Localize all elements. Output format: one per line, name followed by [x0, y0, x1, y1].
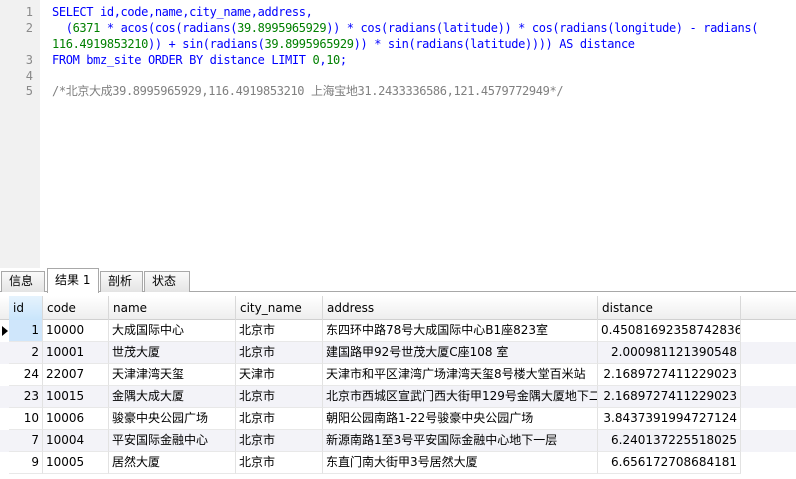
code-line: 5 /*北京大成39.8995965929,116.4919853210 上海宝地… [0, 83, 796, 99]
cell-code[interactable]: 10005 [43, 452, 109, 474]
table-row[interactable]: 1 10000 大成国际中心 北京市 东四环中路78号大成国际中心B1座823室 0.45… [0, 320, 796, 342]
cell-distance[interactable]: 6.656172708684181 [598, 452, 741, 474]
cell-id[interactable]: 24 [9, 364, 43, 386]
cell-id[interactable]: 7 [9, 430, 43, 452]
code-text: FROM bmz_site ORDER BY distance LIMIT 0,… [52, 52, 347, 68]
column-header-code[interactable]: code [43, 296, 109, 320]
cell-city-name[interactable]: 北京市 [236, 320, 323, 342]
cell-city-name[interactable]: 天津市 [236, 364, 323, 386]
sql-number: 39.8995965929 [264, 37, 354, 51]
sql-number: 10 [326, 53, 340, 67]
cell-name[interactable]: 金隅大成大厦 [109, 386, 236, 408]
sql-editor[interactable]: 1 SELECT id,code,name,city_name,address, 2… [0, 0, 796, 268]
line-number: 5 [25, 84, 33, 98]
table-row[interactable]: 23 10015 金隅大成大厦 北京市 北京市西城区宣武门西大街甲129号金隅大厦地下二… [0, 386, 796, 408]
sql-code: )) * sin(radians(latitude)))) AS distanc… [353, 37, 635, 51]
cell-distance[interactable]: 2.1689727411229023 [598, 364, 741, 386]
sql-code: * acos(cos(radians( [100, 21, 238, 35]
table-row[interactable]: 7 10004 平安国际金融中心 北京市 新源南路1至3号平安国际金融中心地下一层 6.2… [0, 430, 796, 452]
cell-name[interactable]: 平安国际金融中心 [109, 430, 236, 452]
code-line: 4 [0, 68, 796, 84]
cell-name[interactable]: 居然大厦 [109, 452, 236, 474]
tab-info[interactable]: 信息 [1, 271, 45, 292]
cell-code[interactable]: 10000 [43, 320, 109, 342]
grid-header: id code name city_name address distance [0, 296, 796, 320]
tab-result-1[interactable]: 结果 1 [47, 268, 99, 293]
result-grid[interactable]: id code name city_name address distance … [0, 296, 796, 479]
cell-name[interactable]: 骏豪中央公园广场 [109, 408, 236, 430]
sql-code: )) + sin(radians( [147, 37, 265, 51]
cell-distance[interactable]: 0.45081692358742836 [598, 320, 741, 342]
cell-address[interactable]: 朝阳公园南路1-22号骏豪中央公园广场 [323, 408, 598, 430]
cell-address[interactable]: 北京市西城区宣武门西大街甲129号金隅大厦地下二 [323, 386, 598, 408]
cell-code[interactable]: 10004 [43, 430, 109, 452]
cell-id[interactable]: 10 [9, 408, 43, 430]
cell-address[interactable]: 天津市和平区津湾广场津湾天玺8号楼大堂百米站 [323, 364, 598, 386]
cell-distance[interactable]: 6.240137225518025 [598, 430, 741, 452]
cell-id[interactable]: 23 [9, 386, 43, 408]
code-line: 2 (6371 * acos(cos(radians(39.8995965929… [0, 20, 796, 36]
sql-number: 116.4919853210 [52, 37, 148, 51]
sql-number: 6371 [72, 21, 101, 35]
result-tab-bar: 信息 结果 1 剖析 状态 [0, 268, 796, 293]
cell-id[interactable]: 2 [9, 342, 43, 364]
code-text: SELECT id,code,name,city_name,address, [52, 4, 313, 20]
column-header-name[interactable]: name [109, 296, 236, 320]
cell-distance[interactable]: 3.8437391994727124 [598, 408, 741, 430]
column-header-city-name[interactable]: city_name [236, 296, 323, 320]
tab-profile[interactable]: 剖析 [100, 271, 143, 292]
cell-id[interactable]: 1 [9, 320, 43, 342]
table-row[interactable]: 10 10006 骏豪中央公园广场 北京市 朝阳公园南路1-22号骏豪中央公园广场 3.8… [0, 408, 796, 430]
code-line: 1 SELECT id,code,name,city_name,address, [0, 4, 796, 20]
code-text: 116.4919853210)) + sin(radians(39.899596… [52, 36, 635, 52]
cell-name[interactable]: 大成国际中心 [109, 320, 236, 342]
line-number: 1 [25, 5, 33, 19]
sql-code: FROM bmz_site ORDER BY distance LIMIT [52, 53, 313, 67]
sql-code: SELECT id,code,name,city_name,address, [52, 5, 313, 19]
line-number: 3 [25, 53, 33, 67]
cell-distance[interactable]: 2.000981121390548 [598, 342, 741, 364]
cell-address[interactable]: 新源南路1至3号平安国际金融中心地下一层 [323, 430, 598, 452]
cell-name[interactable]: 天津津湾天玺 [109, 364, 236, 386]
cell-distance[interactable]: 2.1689727411229023 [598, 386, 741, 408]
sql-code: ( [52, 21, 73, 35]
table-row[interactable]: 24 22007 天津津湾天玺 天津市 天津市和平区津湾广场津湾天玺8号楼大堂百米站 2.… [0, 364, 796, 386]
cell-code[interactable]: 10015 [43, 386, 109, 408]
cell-city-name[interactable]: 北京市 [236, 342, 323, 364]
current-row-arrow-icon [0, 320, 9, 342]
tab-status[interactable]: 状态 [144, 271, 190, 292]
line-number: 4 [25, 69, 33, 83]
cell-id[interactable]: 9 [9, 452, 43, 474]
sql-code: ; [339, 53, 347, 67]
sql-comment: /*北京大成39.8995965929,116.4919853210 上海宝地3… [52, 84, 564, 98]
cell-address[interactable]: 东直门南大街甲3号居然大厦 [323, 452, 598, 474]
code-line: 3 FROM bmz_site ORDER BY distance LIMIT 0… [0, 52, 796, 68]
column-header-id[interactable]: id [9, 296, 43, 320]
cell-code[interactable]: 10001 [43, 342, 109, 364]
sql-code: )) * cos(radians(latitude)) * cos(radian… [326, 21, 759, 35]
table-row[interactable]: 2 10001 世茂大厦 北京市 建国路甲92号世茂大厦C座108 室 2.0009811… [0, 342, 796, 364]
cell-city-name[interactable]: 北京市 [236, 408, 323, 430]
cell-name[interactable]: 世茂大厦 [109, 342, 236, 364]
cell-code[interactable]: 22007 [43, 364, 109, 386]
cell-city-name[interactable]: 北京市 [236, 452, 323, 474]
line-number: 2 [25, 21, 33, 35]
column-header-distance[interactable]: distance [598, 296, 741, 320]
table-row[interactable]: 9 10005 居然大厦 北京市 东直门南大街甲3号居然大厦 6.656172708684… [0, 452, 796, 474]
sql-number: 39.8995965929 [237, 21, 327, 35]
code-text: /*北京大成39.8995965929,116.4919853210 上海宝地3… [52, 83, 564, 99]
column-header-address[interactable]: address [323, 296, 598, 320]
cell-code[interactable]: 10006 [43, 408, 109, 430]
cell-city-name[interactable]: 北京市 [236, 386, 323, 408]
cell-address[interactable]: 建国路甲92号世茂大厦C座108 室 [323, 342, 598, 364]
code-text: (6371 * acos(cos(radians(39.8995965929))… [52, 20, 759, 36]
cell-address[interactable]: 东四环中路78号大成国际中心B1座823室 [323, 320, 598, 342]
code-line: 116.4919853210)) + sin(radians(39.899596… [0, 36, 796, 52]
cell-city-name[interactable]: 北京市 [236, 430, 323, 452]
